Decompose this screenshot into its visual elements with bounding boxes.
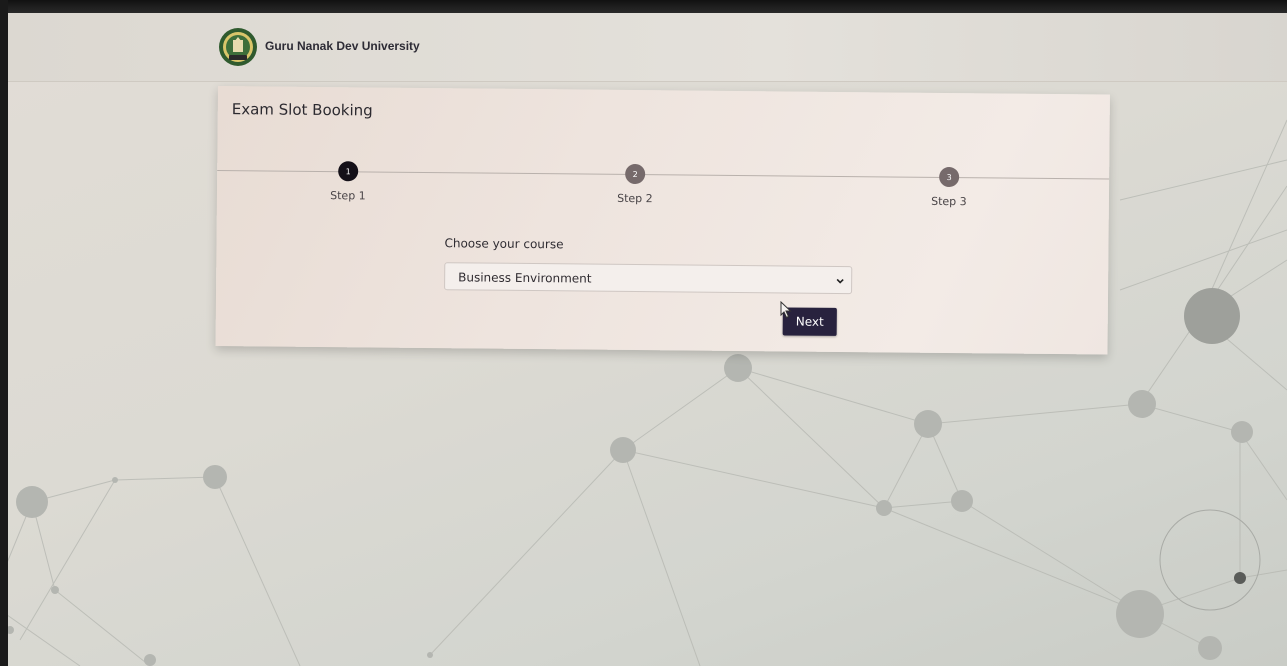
step-3-label: Step 3	[931, 194, 967, 209]
course-label: Choose your course	[444, 236, 564, 252]
step-3-indicator: 3	[939, 166, 960, 188]
step-3-number: 3	[946, 172, 952, 182]
course-select[interactable]: Business Environment	[444, 262, 853, 295]
step-1[interactable]: 1 Step 1	[308, 161, 388, 203]
top-header: Guru Nanak Dev University	[8, 13, 1287, 82]
screen-bezel-left	[0, 0, 8, 666]
step-2-indicator: 2	[625, 163, 646, 185]
course-select-value: Business Environment	[458, 270, 592, 286]
step-2[interactable]: 2 Step 2	[595, 163, 675, 206]
booking-card: Exam Slot Booking 1 Step 1 2 Step 2 3 St…	[215, 86, 1110, 355]
step-1-indicator: 1	[338, 161, 359, 182]
page-title: Exam Slot Booking	[231, 100, 373, 120]
step-2-label: Step 2	[617, 191, 653, 206]
university-name[interactable]: Guru Nanak Dev University	[265, 39, 420, 53]
chevron-down-icon	[836, 278, 844, 284]
step-1-number: 1	[345, 166, 351, 176]
step-2-number: 2	[632, 169, 638, 179]
step-3[interactable]: 3 Step 3	[909, 166, 989, 209]
university-emblem-icon[interactable]	[218, 27, 258, 67]
screen-bezel-top	[0, 0, 1287, 13]
mouse-cursor-icon	[780, 301, 792, 319]
step-1-label: Step 1	[330, 189, 366, 203]
